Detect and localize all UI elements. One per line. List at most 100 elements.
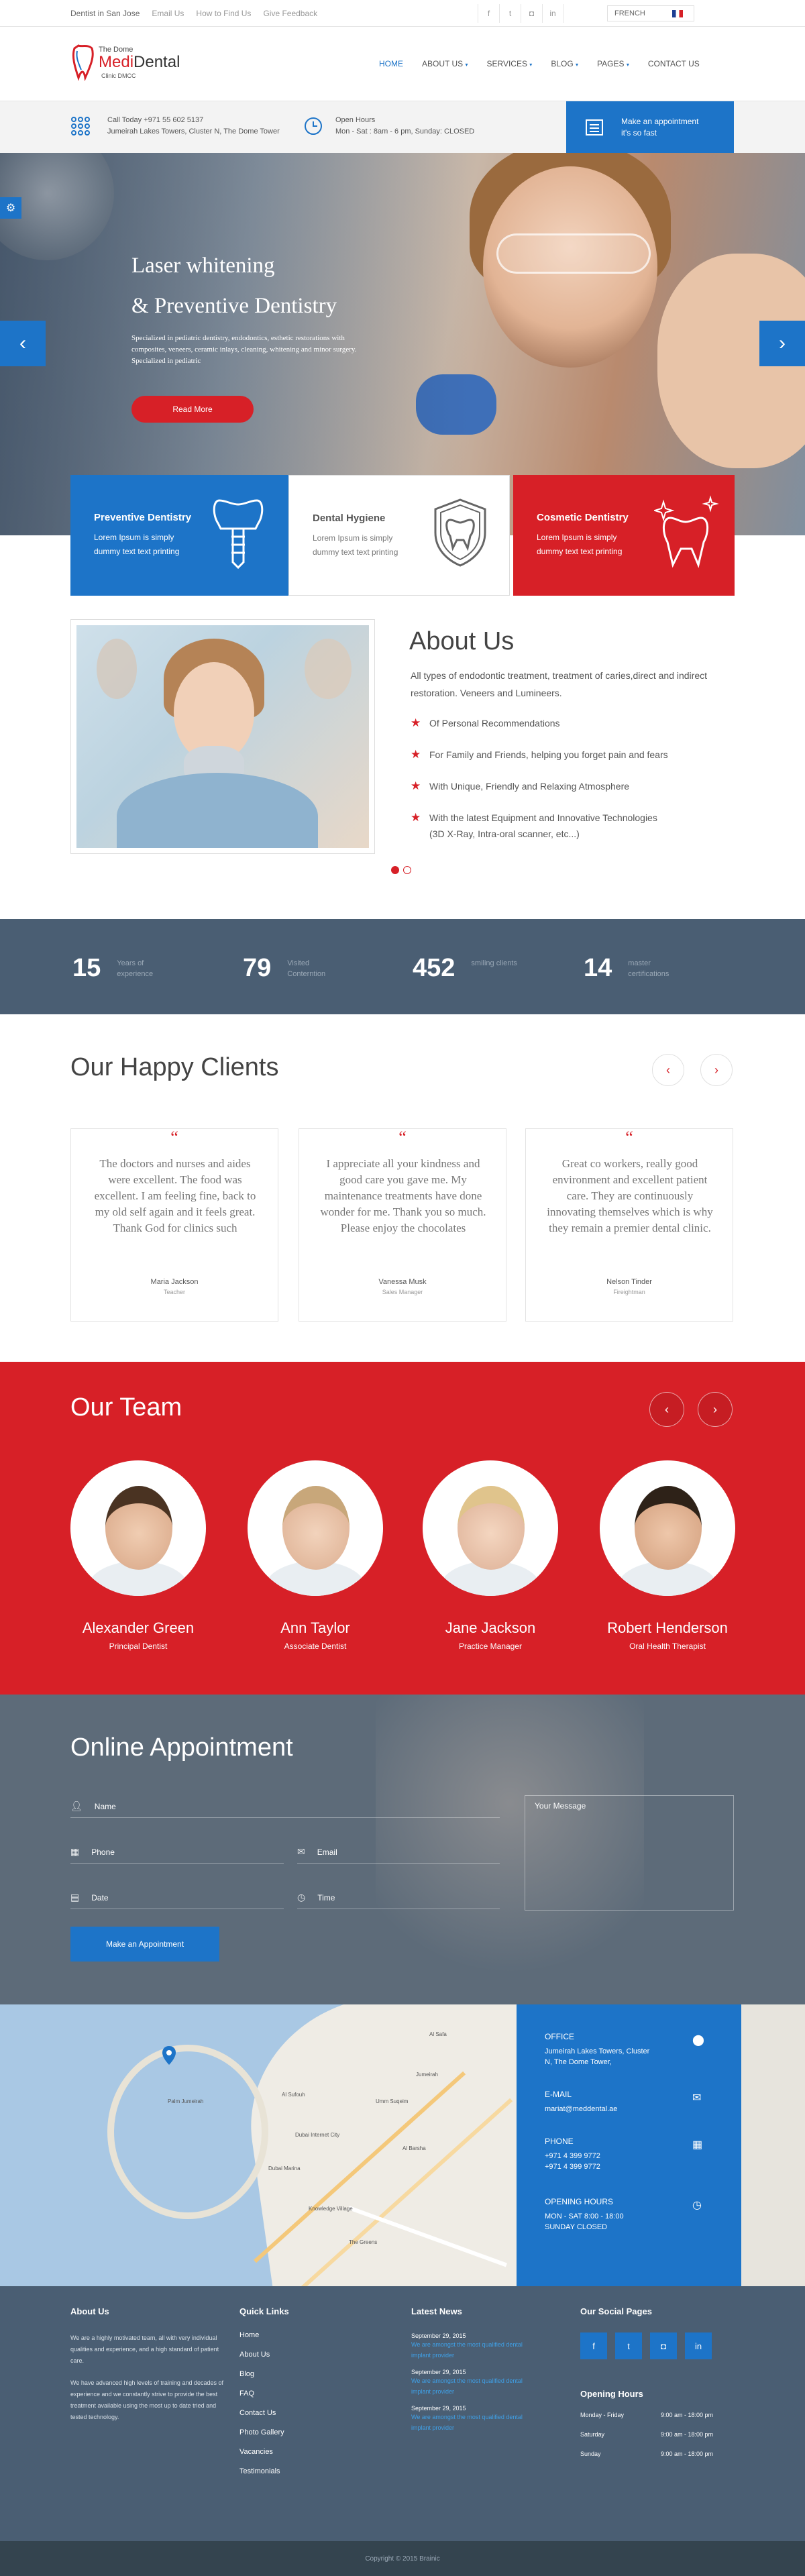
calendar-icon	[586, 119, 603, 136]
chevron-left-icon: ‹	[665, 1402, 669, 1416]
map-label: Jumeirah	[416, 2072, 438, 2078]
footer-hours-title: Opening Hours	[580, 2389, 643, 2399]
date-input[interactable]: ▤ Date	[70, 1886, 284, 1909]
news-item[interactable]: September 29, 2015 We are amongst the mos…	[411, 2332, 532, 2361]
nav-services[interactable]: SERVICES ▾	[486, 59, 532, 68]
top-link-feedback[interactable]: Give Feedback	[263, 9, 317, 18]
star-icon: ★	[411, 716, 421, 729]
facebook-icon[interactable]: f	[478, 4, 499, 23]
carousel-dot-active[interactable]	[391, 866, 399, 874]
footer-social-icons: f t ◘ in	[580, 2332, 735, 2359]
hours-time: 9:00 am - 18:00 pm	[661, 2451, 714, 2457]
calendar-icon: ▤	[70, 1892, 80, 1902]
about-list: ★ Of Personal Recommendations ★ For Family…	[411, 715, 733, 857]
top-link-email[interactable]: Email Us	[152, 9, 184, 18]
footer-link-testimonials[interactable]: Testimonials	[239, 2462, 374, 2481]
nav-pages[interactable]: PAGES ▾	[597, 59, 629, 68]
clients-prev-button[interactable]: ‹	[652, 1054, 684, 1086]
make-appointment-button[interactable]: Make an appointment it's so fast	[566, 101, 734, 154]
team-member[interactable]: Robert Henderson Oral Health Therapist	[595, 1460, 740, 1651]
footer-link-vacancies[interactable]: Vacancies	[239, 2443, 374, 2462]
news-item[interactable]: September 29, 2015 We are amongst the mos…	[411, 2405, 532, 2433]
member-role: Principal Dentist	[109, 1642, 168, 1651]
contact-email: E-MAIL mariat@meddental.ae ✉	[545, 2089, 701, 2114]
name-placeholder: Name	[94, 1801, 116, 1811]
hero-title-2: & Preventive Dentistry	[131, 294, 337, 318]
footer-link-faq[interactable]: FAQ	[239, 2384, 374, 2404]
email-input[interactable]: ✉ Email	[297, 1841, 500, 1864]
nav-blog[interactable]: BLOG ▾	[551, 59, 578, 68]
feature-preventive[interactable]: Preventive Dentistry Lorem Ipsum is simp…	[70, 475, 292, 596]
appointment-title: Online Appointment	[70, 1733, 293, 1762]
email-text[interactable]: mariat@meddental.ae	[545, 2104, 617, 2114]
testimonial-name: Maria Jackson	[150, 1278, 199, 1286]
name-input[interactable]: 👤︎ Name	[70, 1795, 500, 1818]
nav-about-label: ABOUT US	[422, 59, 464, 68]
footer-news-title: Latest News	[411, 2306, 462, 2316]
instagram-icon[interactable]: ◘	[521, 4, 542, 23]
language-select[interactable]: FRENCH	[607, 5, 694, 21]
team-next-button[interactable]: ›	[698, 1392, 733, 1427]
map-label: Al Safa	[429, 2031, 447, 2037]
tooth-logo-icon	[72, 44, 94, 82]
map[interactable]: Palm Jumeirah Dubai Marina Al Barsha Jum…	[0, 2004, 805, 2286]
team-title: Our Team	[70, 1393, 182, 1421]
time-input[interactable]: ◷ Time	[297, 1886, 500, 1909]
nav-about[interactable]: ABOUT US ▾	[422, 59, 468, 68]
call-label: Call Today +971 55 602 5137	[107, 116, 204, 124]
phone-2[interactable]: +971 4 399 9772	[545, 2161, 600, 2172]
facebook-icon[interactable]: f	[580, 2332, 607, 2359]
twitter-icon[interactable]: t	[499, 4, 521, 23]
footer-link-about[interactable]: About Us	[239, 2345, 374, 2365]
slider-prev-button[interactable]: ‹	[0, 321, 46, 366]
instagram-icon[interactable]: ◘	[650, 2332, 677, 2359]
team-prev-button[interactable]: ‹	[649, 1392, 684, 1427]
clients-next-button[interactable]: ›	[700, 1054, 733, 1086]
member-name: Ann Taylor	[280, 1619, 350, 1636]
nav-home[interactable]: HOME	[379, 59, 403, 68]
nav-pages-label: PAGES	[597, 59, 625, 68]
chevron-right-icon: ›	[713, 1402, 717, 1416]
quote-icon: “	[398, 1128, 407, 1147]
map-pin-icon[interactable]	[161, 2045, 177, 2066]
read-more-button[interactable]: Read More	[131, 396, 254, 423]
nav-contact[interactable]: CONTACT US	[648, 59, 700, 68]
hours-1: MON - SAT 8:00 - 18:00	[545, 2212, 624, 2220]
hours-time: 9:00 am - 18:00 pm	[661, 2431, 714, 2438]
office-label: OFFICE	[545, 2032, 574, 2041]
linkedin-icon[interactable]: in	[685, 2332, 712, 2359]
footer-about-p1: We are a highly motivated team, all with…	[70, 2334, 219, 2364]
top-link-location[interactable]: Dentist in San Jose	[70, 9, 140, 18]
about-item-text: With Unique, Friendly and Relaxing Atmos…	[429, 781, 630, 792]
about-item-subtext: (3D X-Ray, Intra-oral scanner, etc...)	[429, 828, 580, 839]
chevron-down-icon: ▾	[626, 62, 629, 68]
phone-input[interactable]: ▦ Phone	[70, 1841, 284, 1864]
message-textarea[interactable]: Your Message	[525, 1795, 734, 1911]
footer-link-contact[interactable]: Contact Us	[239, 2404, 374, 2423]
team-member[interactable]: Jane Jackson Practice Manager	[418, 1460, 563, 1651]
linkedin-icon[interactable]: in	[542, 4, 564, 23]
twitter-icon[interactable]: t	[615, 2332, 642, 2359]
palm-island-shape	[107, 2045, 268, 2219]
team-member[interactable]: Ann Taylor Associate Dentist	[243, 1460, 388, 1651]
footer-link-blog[interactable]: Blog	[239, 2365, 374, 2384]
feature-hygiene[interactable]: Dental Hygiene Lorem Ipsum is simply dum…	[288, 475, 510, 596]
carousel-dot[interactable]	[403, 866, 411, 874]
team-member[interactable]: Alexander Green Principal Dentist	[66, 1460, 211, 1651]
news-item[interactable]: September 29, 2015 We are amongst the mos…	[411, 2369, 532, 2397]
footer-link-gallery[interactable]: Photo Gallery	[239, 2423, 374, 2443]
gear-icon[interactable]: ⚙	[0, 197, 21, 219]
stat-label: Years of experience	[117, 959, 154, 978]
keypad-icon: ▦	[692, 2139, 703, 2151]
feature-text: Lorem Ipsum is simply dummy text text pr…	[313, 533, 398, 557]
top-link-directions[interactable]: How to Find Us	[196, 9, 251, 18]
about-item: ★ With the latest Equipment and Innovativ…	[411, 810, 733, 842]
footer-link-home[interactable]: Home	[239, 2326, 374, 2345]
message-placeholder: Your Message	[535, 1801, 586, 1811]
logo[interactable]: The Dome MediDental Clinic DMCC	[70, 42, 191, 86]
feature-cosmetic[interactable]: Cosmetic Dentistry Lorem Ipsum is simply…	[513, 475, 735, 596]
slider-next-button[interactable]: ›	[759, 321, 805, 366]
submit-appointment-button[interactable]: Make an Appointment	[70, 1927, 219, 1962]
phone-1[interactable]: +971 4 399 9772	[545, 2151, 600, 2161]
footer-social-title: Our Social Pages	[580, 2306, 652, 2316]
